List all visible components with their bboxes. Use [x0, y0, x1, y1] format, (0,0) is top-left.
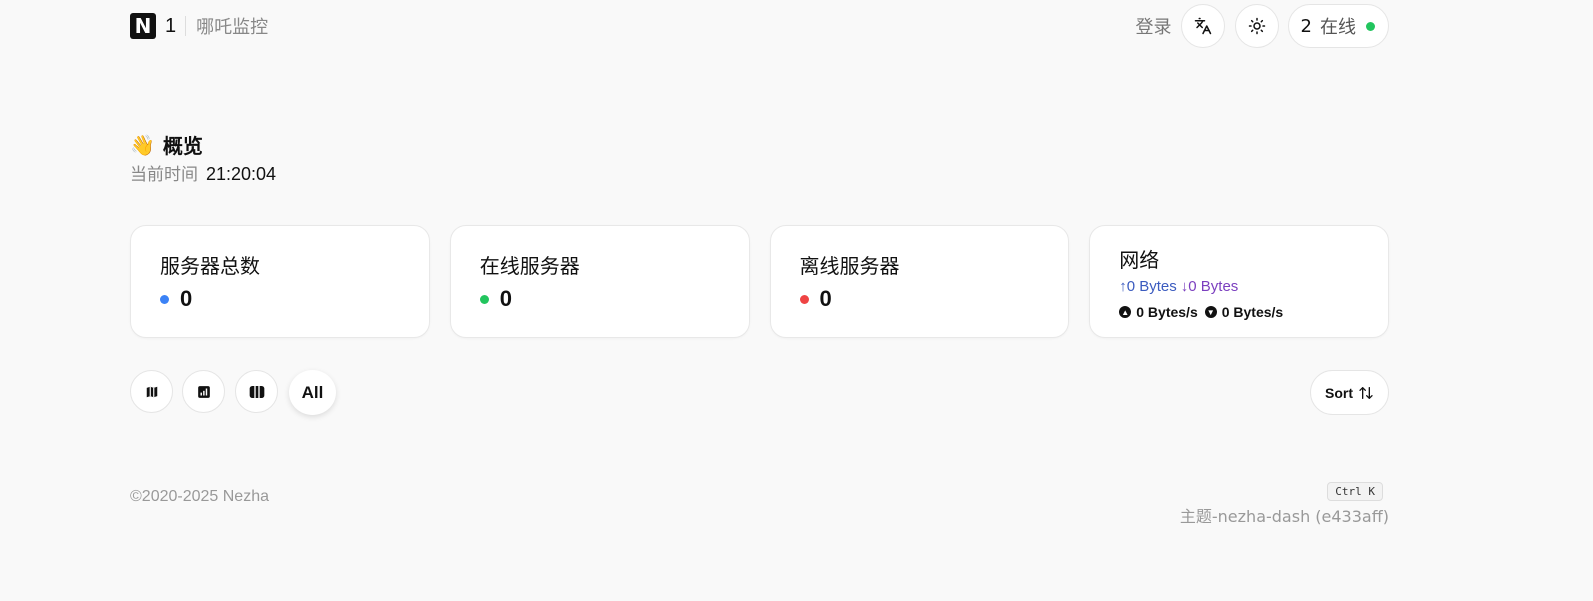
logo-number: 1	[165, 14, 177, 37]
view-toolbar: All Sort	[130, 370, 1389, 416]
online-status-badge[interactable]: 2 在线	[1287, 4, 1389, 48]
columns-icon	[249, 385, 264, 398]
time-value: 21:20:04	[206, 164, 277, 184]
online-label: 在线	[1320, 17, 1356, 38]
translate-icon	[1194, 17, 1211, 35]
network-totals: ↑0 Bytes ↓0 Bytes	[1119, 278, 1238, 295]
logo-icon: N	[130, 13, 156, 39]
status-dot	[160, 294, 169, 304]
chart-view-button[interactable]	[182, 370, 225, 413]
total-servers-card[interactable]: 服务器总数 0	[130, 225, 430, 338]
chart-icon	[197, 385, 210, 398]
offline-servers-card[interactable]: 离线服务器 0	[769, 225, 1070, 338]
sun-icon	[1248, 17, 1265, 35]
map-view-button[interactable]	[130, 370, 173, 413]
current-time: 当前时间 21:20:04	[130, 160, 276, 185]
overview-title: 概览	[162, 134, 203, 158]
map-icon	[146, 386, 157, 397]
sort-label: Sort	[1325, 384, 1353, 401]
site-name: 哪吒监控	[196, 17, 269, 38]
upload-total: ↑0 Bytes	[1119, 278, 1177, 295]
language-button[interactable]	[1180, 4, 1225, 48]
stats-cards: 服务器总数 0 在线服务器 0 离线服务器 0 网络 ↑0 Bytes ↓0 B…	[130, 225, 1389, 338]
card-value-row: 0	[799, 286, 832, 312]
card-title: 网络	[1119, 248, 1160, 272]
card-value-row: 0	[479, 286, 512, 312]
theme-info: 主题-nezha-dash (e433aff)	[1179, 507, 1389, 526]
upload-speed: 0 Bytes/s	[1136, 304, 1198, 320]
divider	[185, 16, 187, 36]
card-value: 0	[499, 286, 512, 311]
online-indicator-dot	[1366, 21, 1375, 31]
card-value: 0	[819, 286, 832, 311]
overview-heading: 👋 概览	[130, 130, 203, 159]
download-total: ↓0 Bytes	[1180, 278, 1239, 295]
sort-button[interactable]: Sort	[1310, 370, 1389, 415]
theme-toggle-button[interactable]	[1234, 4, 1279, 48]
card-title: 服务器总数	[160, 254, 260, 278]
online-servers-card[interactable]: 在线服务器 0	[449, 225, 750, 338]
card-value-row: 0	[160, 286, 192, 312]
status-dot	[799, 294, 809, 304]
card-title: 在线服务器	[479, 254, 580, 278]
wave-icon: 👋	[130, 132, 155, 157]
brand[interactable]: N 1 哪吒监控	[130, 13, 268, 39]
status-dot	[479, 294, 489, 304]
download-speed-item: ▼ 0 Bytes/s	[1204, 304, 1284, 320]
network-speed: ▲ 0 Bytes/s ▼ 0 Bytes/s	[1119, 304, 1290, 320]
header: N 1 哪吒监控 登录 2 在线	[130, 0, 1389, 52]
card-value: 0	[180, 286, 193, 311]
card-title: 离线服务器	[799, 254, 900, 278]
arrow-up-circle-icon: ▲	[1119, 306, 1132, 318]
online-count: 2	[1300, 15, 1312, 37]
sort-arrows-icon	[1359, 386, 1373, 399]
command-shortcut[interactable]: Ctrl K	[1327, 482, 1383, 501]
time-label: 当前时间	[130, 165, 198, 185]
upload-speed-item: ▲ 0 Bytes/s	[1119, 304, 1198, 320]
header-actions: 登录 2 在线	[1136, 4, 1389, 48]
columns-view-button[interactable]	[235, 370, 278, 413]
filter-all-button[interactable]: All	[289, 370, 336, 415]
copyright: ©2020-2025 Nezha	[130, 488, 269, 505]
network-card[interactable]: 网络 ↑0 Bytes ↓0 Bytes ▲ 0 Bytes/s ▼ 0 Byt…	[1089, 225, 1389, 338]
arrow-down-circle-icon: ▼	[1204, 306, 1217, 318]
download-speed: 0 Bytes/s	[1221, 304, 1284, 320]
login-link[interactable]: 登录	[1136, 13, 1172, 39]
